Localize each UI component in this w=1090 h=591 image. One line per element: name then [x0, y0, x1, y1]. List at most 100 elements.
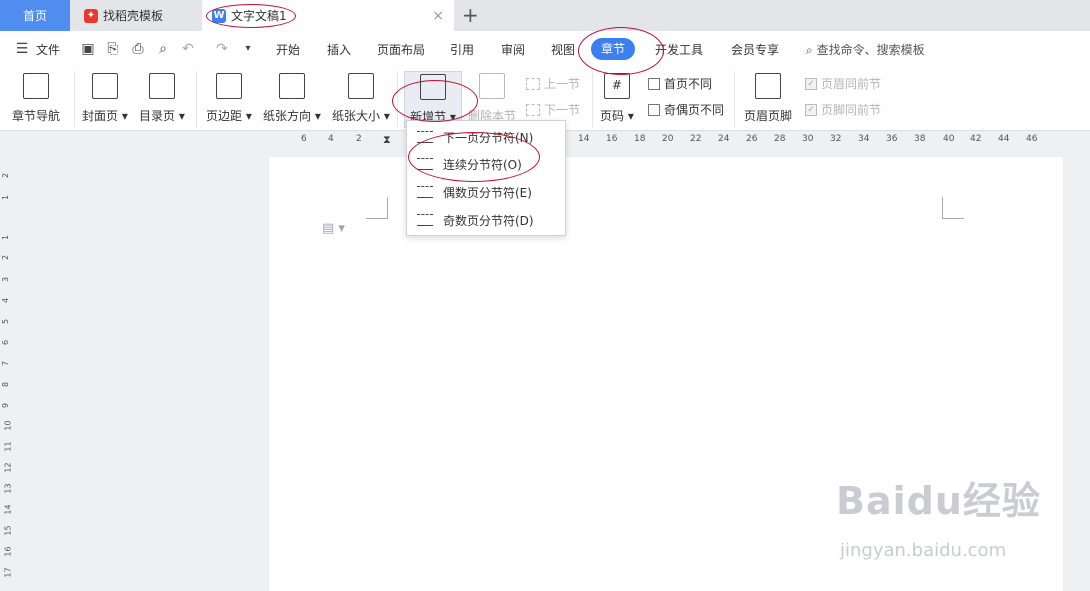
button-label: 页边距 [206, 109, 243, 123]
button-label: 纸张大小 [332, 109, 381, 123]
tab-bar: 首页 ✦ 找稻壳模板 W 文字文稿1 × + [0, 0, 1090, 31]
menu-item-label: 连续分节符(O) [443, 157, 522, 172]
button-label: 下一节 [544, 103, 581, 117]
toc-page-icon [148, 73, 175, 99]
menu-reference[interactable]: 引用 [450, 41, 474, 58]
save-icon[interactable]: ▣ [80, 41, 96, 57]
close-icon[interactable]: × [432, 8, 444, 24]
indent-marker-icon[interactable]: ⧗ [383, 133, 391, 147]
export-pdf-icon[interactable]: ⎘ [105, 41, 121, 57]
page-size-button[interactable]: 纸张大小 ▾ [332, 73, 390, 124]
checkbox-box [648, 103, 660, 116]
continuous-section-break[interactable]: 连续分节符(O) [407, 151, 565, 177]
ruler-tick: 2 [356, 134, 362, 144]
ruler-tick: 44 [998, 134, 1010, 144]
next-section-icon [526, 103, 540, 116]
prev-section-button[interactable]: 上一节 [526, 75, 580, 92]
page-number-button[interactable]: # 页码 ▾ [600, 73, 634, 124]
menu-review[interactable]: 审阅 [501, 41, 525, 58]
odd-page-section-break[interactable]: 奇数页分节符(D) [407, 207, 565, 233]
menu-start[interactable]: 开始 [276, 41, 300, 58]
divider [397, 71, 398, 127]
checkbox-box: ✓ [805, 77, 817, 90]
page-margin-icon [215, 73, 242, 99]
writer-doc-icon: W [212, 8, 226, 23]
odd-page-break-icon [417, 214, 433, 226]
ruler-tick: 28 [774, 134, 786, 144]
ruler-tick: 3 [1, 276, 11, 283]
menu-member[interactable]: 会员专享 [731, 41, 779, 58]
ruler-tick: 38 [914, 134, 926, 144]
ruler-tick: 17 [3, 567, 13, 578]
even-page-break-icon [417, 186, 433, 198]
new-tab-button[interactable]: + [462, 3, 479, 27]
delete-section-icon [479, 73, 505, 99]
document-page[interactable] [269, 157, 1063, 591]
tab-home[interactable]: 首页 [0, 0, 70, 31]
section-nav-icon [23, 73, 49, 99]
tab-document[interactable]: W 文字文稿1 × [202, 0, 454, 31]
ruler-tick: 4 [1, 297, 11, 304]
menu-item-label: 下一页分节符(N) [443, 130, 534, 145]
page-size-icon [347, 73, 374, 99]
ruler-tick: 2 [1, 172, 11, 179]
ruler-tick: 14 [3, 504, 13, 515]
paragraph-options-icon[interactable]: ▤ ▾ [322, 221, 345, 236]
undo-icon[interactable]: ↶ [180, 41, 196, 57]
prev-section-icon [526, 77, 540, 90]
menu-section[interactable]: 章节 [591, 38, 635, 60]
daoke-icon: ✦ [84, 8, 98, 23]
ruler-tick: 13 [3, 483, 13, 494]
menu-insert[interactable]: 插入 [327, 41, 351, 58]
ruler-tick: 7 [1, 360, 11, 367]
divider [74, 71, 75, 127]
search-command[interactable]: ⌕ 查找命令、搜索模板 [806, 41, 925, 58]
divider [592, 71, 593, 127]
ruler-tick: 6 [301, 134, 307, 144]
page-orientation-icon [278, 73, 305, 99]
menu-page-layout[interactable]: 页面布局 [377, 41, 425, 58]
footer-same-as-previous-checkbox[interactable]: ✓ 页脚同前节 [805, 101, 881, 118]
new-section-icon [420, 74, 446, 100]
toc-page-button[interactable]: 目录页 ▾ [139, 73, 185, 124]
page-margin-button[interactable]: 页边距 ▾ [206, 73, 252, 124]
menu-item-label: 奇数页分节符(D) [443, 213, 534, 228]
button-label: 页眉页脚 [744, 109, 793, 123]
print-icon[interactable]: ⎙ [130, 41, 146, 57]
menu-item-label: 偶数页分节符(E) [443, 185, 532, 200]
next-page-section-break[interactable]: 下一页分节符(N) [407, 124, 565, 150]
menu-developer[interactable]: 开发工具 [655, 41, 703, 58]
checkbox-box: ✓ [805, 103, 817, 116]
even-page-section-break[interactable]: 偶数页分节符(E) [407, 179, 565, 205]
ruler-tick: 12 [3, 462, 13, 473]
next-section-button[interactable]: 下一节 [526, 101, 580, 118]
checkbox-label: 页脚同前节 [821, 103, 882, 117]
checkbox-box [648, 77, 660, 90]
ruler-tick: 1 [1, 194, 11, 201]
section-nav-button[interactable]: 章节导航 [12, 73, 60, 124]
redo-icon[interactable]: ↷ [214, 41, 230, 57]
vertical-ruler[interactable]: 2 1 1 2 3 4 5 6 7 8 9 10 11 12 13 14 15 … [0, 149, 14, 591]
cover-page-button[interactable]: 封面页 ▾ [82, 73, 128, 124]
ruler-tick: 22 [690, 134, 702, 144]
customize-toolbar-icon[interactable]: ▾ [240, 41, 256, 57]
tab-daoke-templates[interactable]: ✦ 找稻壳模板 [74, 0, 202, 31]
ruler-tick: 2 [1, 254, 11, 261]
checkbox-label: 首页不同 [664, 77, 713, 91]
button-label: 上一节 [544, 77, 581, 91]
ruler-tick: 16 [3, 546, 13, 557]
odd-even-different-checkbox[interactable]: 奇偶页不同 [648, 101, 724, 118]
checkbox-label: 页眉同前节 [821, 77, 882, 91]
header-footer-button[interactable]: 页眉页脚 [744, 73, 792, 124]
first-page-different-checkbox[interactable]: 首页不同 [648, 75, 712, 92]
menu-view[interactable]: 视图 [551, 41, 575, 58]
search-icon: ⌕ [806, 43, 813, 57]
hamburger-icon[interactable]: ☰ [14, 41, 30, 57]
page-orientation-button[interactable]: 纸张方向 ▾ [263, 73, 321, 124]
print-preview-icon[interactable]: ⌕ [155, 41, 171, 57]
header-same-as-previous-checkbox[interactable]: ✓ 页眉同前节 [805, 75, 881, 92]
delete-section-button[interactable]: 删除本节 [468, 73, 516, 124]
menu-file[interactable]: 文件 [36, 41, 60, 58]
ruler-tick: 42 [970, 134, 982, 144]
tab-label: 文字文稿1 [231, 9, 287, 23]
